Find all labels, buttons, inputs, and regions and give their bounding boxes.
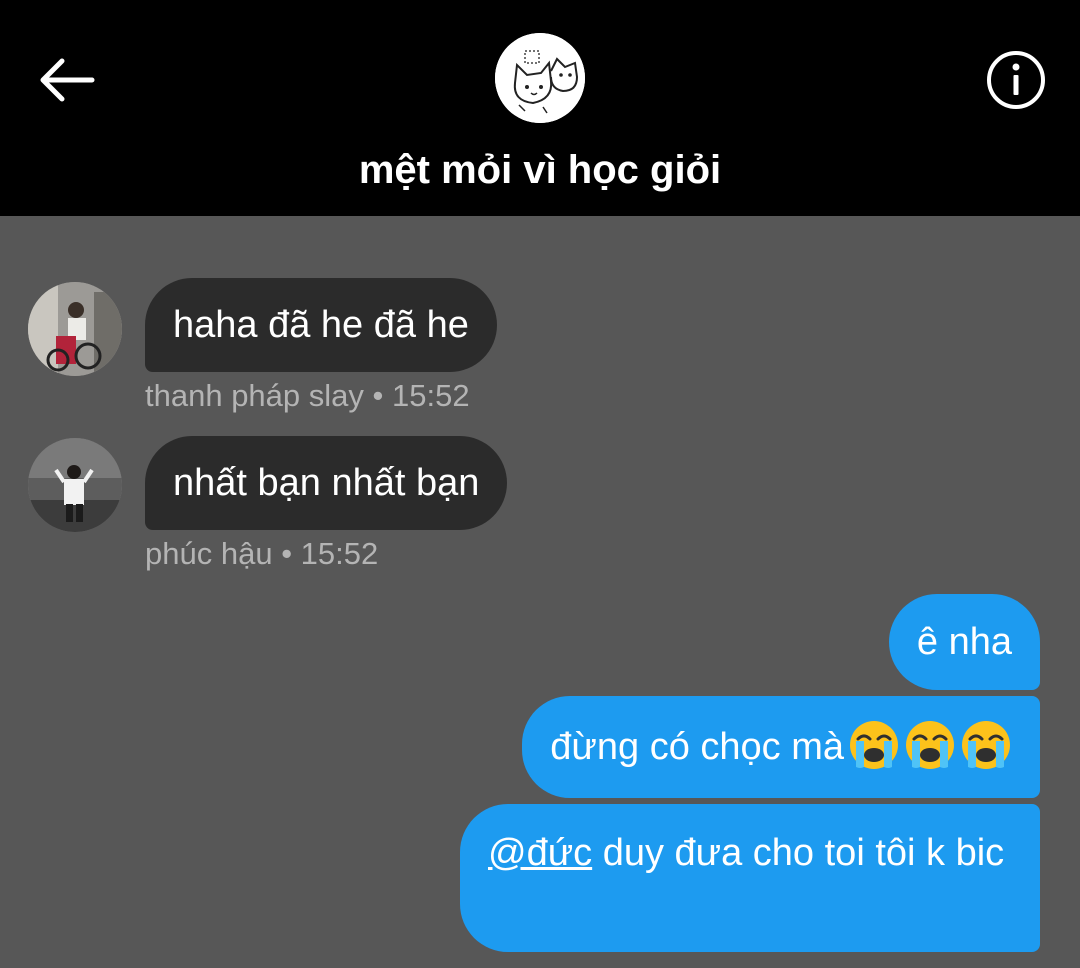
message-time: 15:52	[300, 536, 379, 571]
meta-separator: •	[281, 536, 293, 571]
message-text: duy đưa cho toi tôi k bic	[592, 832, 1005, 874]
arrow-left-icon	[40, 58, 95, 102]
info-button[interactable]	[986, 50, 1046, 110]
sender-name[interactable]: thanh pháp slay	[145, 378, 364, 413]
conversation-header: mệt mỏi vì học giỏi	[0, 0, 1080, 216]
back-button[interactable]	[36, 50, 98, 112]
outgoing-message-bubble[interactable]: @đức duy đưa cho toi tôi k bic	[460, 804, 1040, 952]
loudly-crying-face-icon	[906, 720, 954, 769]
user-photo-icon	[28, 282, 122, 376]
sender-name[interactable]: phúc hậu	[145, 536, 273, 571]
meta-separator: •	[372, 378, 384, 413]
message-time: 15:52	[392, 378, 470, 413]
message-list: haha đã he đã he thanh pháp slay • 15:52…	[0, 216, 1080, 968]
group-avatar[interactable]	[495, 33, 585, 123]
user-photo-icon	[28, 438, 122, 532]
message-meta: thanh pháp slay • 15:52	[145, 376, 470, 416]
info-circle-icon	[987, 51, 1045, 109]
loudly-crying-face-icon	[850, 720, 898, 769]
message-meta: phúc hậu • 15:52	[145, 534, 378, 574]
message-text: đừng có chọc mà	[550, 726, 844, 768]
message-text: ê nha	[916, 621, 1012, 663]
cat-doodle-icon	[495, 33, 585, 123]
sender-avatar[interactable]	[28, 282, 122, 376]
incoming-message-bubble[interactable]: haha đã he đã he	[145, 278, 497, 372]
incoming-message-bubble[interactable]: nhất bạn nhất bạn	[145, 436, 508, 530]
message-text: nhất bạn nhất bạn	[173, 462, 480, 504]
loudly-crying-face-icon	[962, 720, 1010, 769]
message-text: haha đã he đã he	[173, 304, 469, 346]
conversation-title[interactable]: mệt mỏi vì học giỏi	[0, 140, 1080, 200]
sender-avatar[interactable]	[28, 438, 122, 532]
user-mention-link[interactable]: @đức	[488, 832, 592, 874]
outgoing-message-bubble[interactable]: đừng có chọc mà	[522, 696, 1040, 798]
outgoing-message-bubble[interactable]: ê nha	[888, 594, 1040, 690]
